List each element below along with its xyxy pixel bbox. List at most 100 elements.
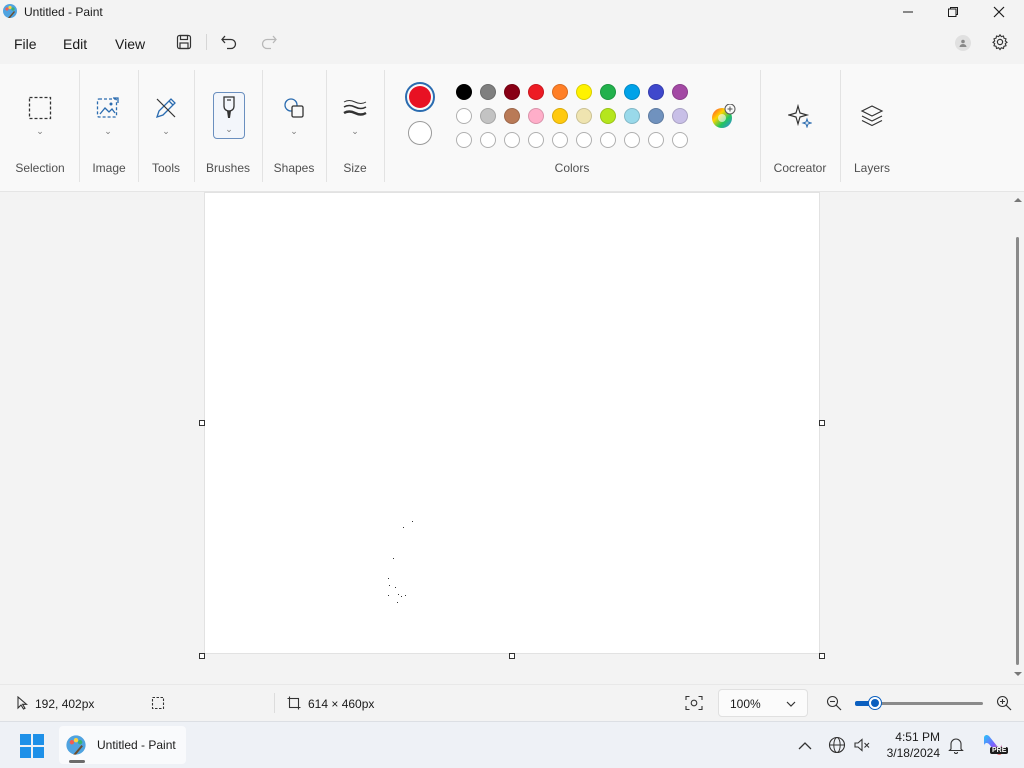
save-button[interactable] <box>173 31 195 53</box>
speaker-muted-icon[interactable] <box>853 736 871 754</box>
palette-custom-slot[interactable] <box>672 132 688 148</box>
scroll-up-icon[interactable] <box>1012 195 1024 205</box>
resize-handle-bottom-left[interactable] <box>199 653 205 659</box>
undo-icon <box>221 35 237 50</box>
palette-color-swatch[interactable] <box>648 84 664 100</box>
chevron-down-icon[interactable]: ⌄ <box>161 126 171 137</box>
secondary-color-button[interactable] <box>408 121 432 145</box>
palette-color-swatch[interactable] <box>600 84 616 100</box>
palette-color-swatch[interactable] <box>624 108 640 124</box>
palette-custom-slot[interactable] <box>456 132 472 148</box>
palette-custom-slot[interactable] <box>504 132 520 148</box>
palette-color-swatch[interactable] <box>528 108 544 124</box>
menu-edit[interactable]: Edit <box>63 36 87 52</box>
resize-handle-right[interactable] <box>819 420 825 426</box>
palette-color-swatch[interactable] <box>552 108 568 124</box>
start-button[interactable] <box>20 734 44 758</box>
cocreator-button[interactable] <box>788 104 812 128</box>
scroll-down-icon[interactable] <box>1012 669 1024 679</box>
palette-color-swatch[interactable] <box>480 84 496 100</box>
vertical-scrollbar[interactable] <box>1012 193 1024 682</box>
menu-view[interactable]: View <box>115 36 145 52</box>
palette-color-swatch[interactable] <box>624 84 640 100</box>
size-button[interactable] <box>342 96 368 120</box>
palette-color-swatch[interactable] <box>576 108 592 124</box>
palette-custom-slot[interactable] <box>648 132 664 148</box>
zoom-in-icon[interactable] <box>996 695 1012 711</box>
chevron-down-icon[interactable]: ⌄ <box>350 126 360 137</box>
palette-custom-slot[interactable] <box>576 132 592 148</box>
zoom-out-icon[interactable] <box>826 695 842 711</box>
drawing-canvas[interactable] <box>205 193 819 653</box>
person-icon <box>959 39 967 47</box>
chevron-down-icon[interactable]: ⌄ <box>35 126 45 137</box>
canvas-dot <box>388 595 389 596</box>
cocreator-group: Cocreator <box>760 64 840 192</box>
resize-handle-bottom-right[interactable] <box>819 653 825 659</box>
taskbar-app-paint[interactable]: Untitled - Paint <box>59 726 186 764</box>
sparkle-icon <box>788 104 812 128</box>
selection-button[interactable] <box>28 96 52 120</box>
primary-color-swatch <box>409 86 431 108</box>
clock-time[interactable]: 4:51 PM <box>880 730 940 744</box>
palette-color-swatch[interactable] <box>504 84 520 100</box>
palette-color-swatch[interactable] <box>600 108 616 124</box>
cursor-icon <box>17 696 28 710</box>
palette-color-swatch[interactable] <box>648 108 664 124</box>
settings-button[interactable] <box>989 31 1011 53</box>
image-button[interactable] <box>96 96 120 120</box>
minimize-button[interactable] <box>885 0 931 24</box>
canvas-dot <box>397 602 398 603</box>
layers-icon <box>860 105 884 127</box>
size-group: ⌄ Size <box>326 64 384 192</box>
bell-icon[interactable] <box>948 736 964 754</box>
windows-logo-icon <box>20 734 44 758</box>
copilot-icon <box>984 734 1002 756</box>
canvas-dot <box>395 587 396 588</box>
maximize-button[interactable] <box>930 0 976 24</box>
scrollbar-thumb[interactable] <box>1016 237 1019 665</box>
minimize-icon <box>903 11 913 13</box>
zoom-select[interactable]: 100% <box>718 689 808 717</box>
paint-app-icon <box>2 3 18 19</box>
primary-color-button[interactable] <box>405 82 435 112</box>
redo-button[interactable] <box>258 31 280 53</box>
palette-color-swatch[interactable] <box>576 84 592 100</box>
clock-date[interactable]: 3/18/2024 <box>880 746 940 760</box>
palette-custom-slot[interactable] <box>480 132 496 148</box>
tools-button[interactable] <box>154 96 178 120</box>
layers-button[interactable] <box>860 104 884 128</box>
palette-color-swatch[interactable] <box>504 108 520 124</box>
palette-color-swatch[interactable] <box>672 108 688 124</box>
edit-colors-button[interactable] <box>710 103 736 130</box>
globe-icon[interactable] <box>828 736 846 754</box>
chevron-down-icon[interactable]: ⌄ <box>103 126 113 137</box>
palette-color-swatch[interactable] <box>552 84 568 100</box>
chevron-down-icon[interactable]: ⌄ <box>224 124 234 135</box>
status-divider <box>274 693 275 713</box>
palette-color-swatch[interactable] <box>528 84 544 100</box>
copilot-button[interactable]: PRE <box>980 732 1009 758</box>
account-button[interactable] <box>955 35 971 51</box>
chevron-down-icon[interactable]: ⌄ <box>289 126 299 137</box>
palette-custom-slot[interactable] <box>456 108 472 124</box>
palette-custom-slot[interactable] <box>600 132 616 148</box>
palette-custom-slot[interactable] <box>624 132 640 148</box>
undo-button[interactable] <box>218 31 240 53</box>
resize-handle-left[interactable] <box>199 420 205 426</box>
zoom-slider-thumb[interactable] <box>869 697 881 709</box>
close-button[interactable] <box>976 0 1022 24</box>
save-icon <box>176 34 192 50</box>
brushes-button[interactable]: ⌄ <box>213 92 245 139</box>
menu-file[interactable]: File <box>14 36 37 52</box>
palette-color-swatch[interactable] <box>456 84 472 100</box>
palette-custom-slot[interactable] <box>552 132 568 148</box>
fit-to-window-icon[interactable] <box>685 695 703 711</box>
chevron-up-icon[interactable] <box>798 741 812 751</box>
resize-handle-bottom[interactable] <box>509 653 515 659</box>
shapes-button[interactable] <box>282 96 306 120</box>
palette-color-swatch[interactable] <box>480 108 496 124</box>
brush-icon <box>223 96 235 118</box>
palette-custom-slot[interactable] <box>528 132 544 148</box>
palette-color-swatch[interactable] <box>672 84 688 100</box>
